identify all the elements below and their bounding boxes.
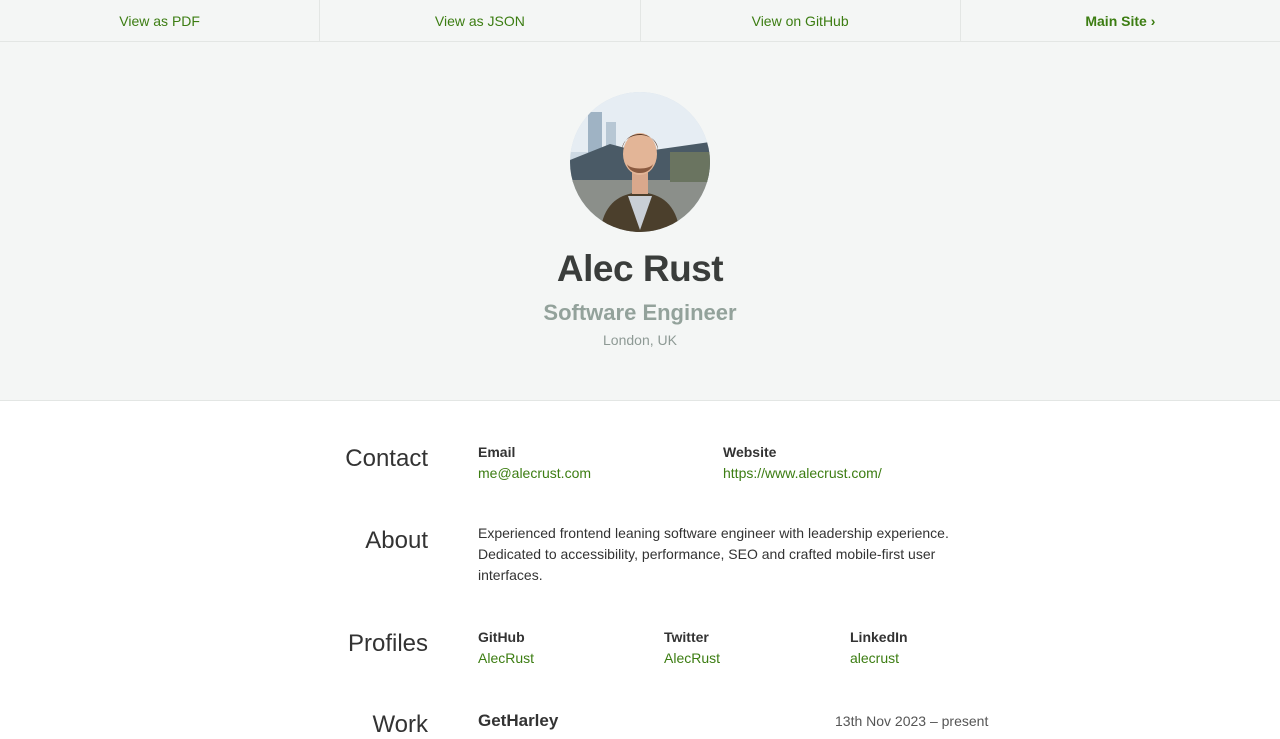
main-site-link[interactable]: Main Site ›: [961, 0, 1280, 41]
profile-network-github: GitHub: [478, 629, 525, 645]
work-company: GetHarley: [478, 711, 559, 730]
about-text: Experienced frontend leaning software en…: [478, 525, 949, 583]
website-label: Website: [723, 444, 777, 460]
email-link[interactable]: me@alecrust.com: [478, 465, 591, 481]
view-json-link[interactable]: View as JSON: [320, 0, 641, 41]
contact-heading: Contact: [345, 445, 428, 472]
profile-link-github[interactable]: AlecRust: [478, 650, 534, 666]
top-nav: View as PDF View as JSON View on GitHub …: [0, 0, 1280, 42]
email-label: Email: [478, 444, 516, 460]
profile-link-linkedin[interactable]: alecrust: [850, 650, 899, 666]
about-heading: About: [365, 527, 428, 554]
profile-network-twitter: Twitter: [664, 629, 709, 645]
work-date: 13th Nov 2023 – present: [835, 713, 989, 729]
profile-name: Alec Rust: [556, 248, 724, 289]
profile-network-linkedin: LinkedIn: [850, 629, 908, 645]
website-link[interactable]: https://www.alecrust.com/: [723, 465, 882, 481]
view-github-link[interactable]: View on GitHub: [641, 0, 961, 41]
profile-title: Software Engineer: [543, 300, 737, 325]
profile-link-twitter[interactable]: AlecRust: [664, 650, 720, 666]
work-heading: Work: [372, 711, 428, 738]
avatar: [570, 92, 710, 232]
profile-header: Alec Rust Software Engineer London, UK: [0, 42, 1280, 401]
view-pdf-link[interactable]: View as PDF: [0, 0, 321, 41]
avatar-photo: [570, 92, 710, 232]
profile-location: London, UK: [603, 332, 677, 348]
resume-body: Contact Email me@alecrust.com Website ht…: [0, 401, 1280, 738]
profiles-heading: Profiles: [347, 630, 428, 657]
